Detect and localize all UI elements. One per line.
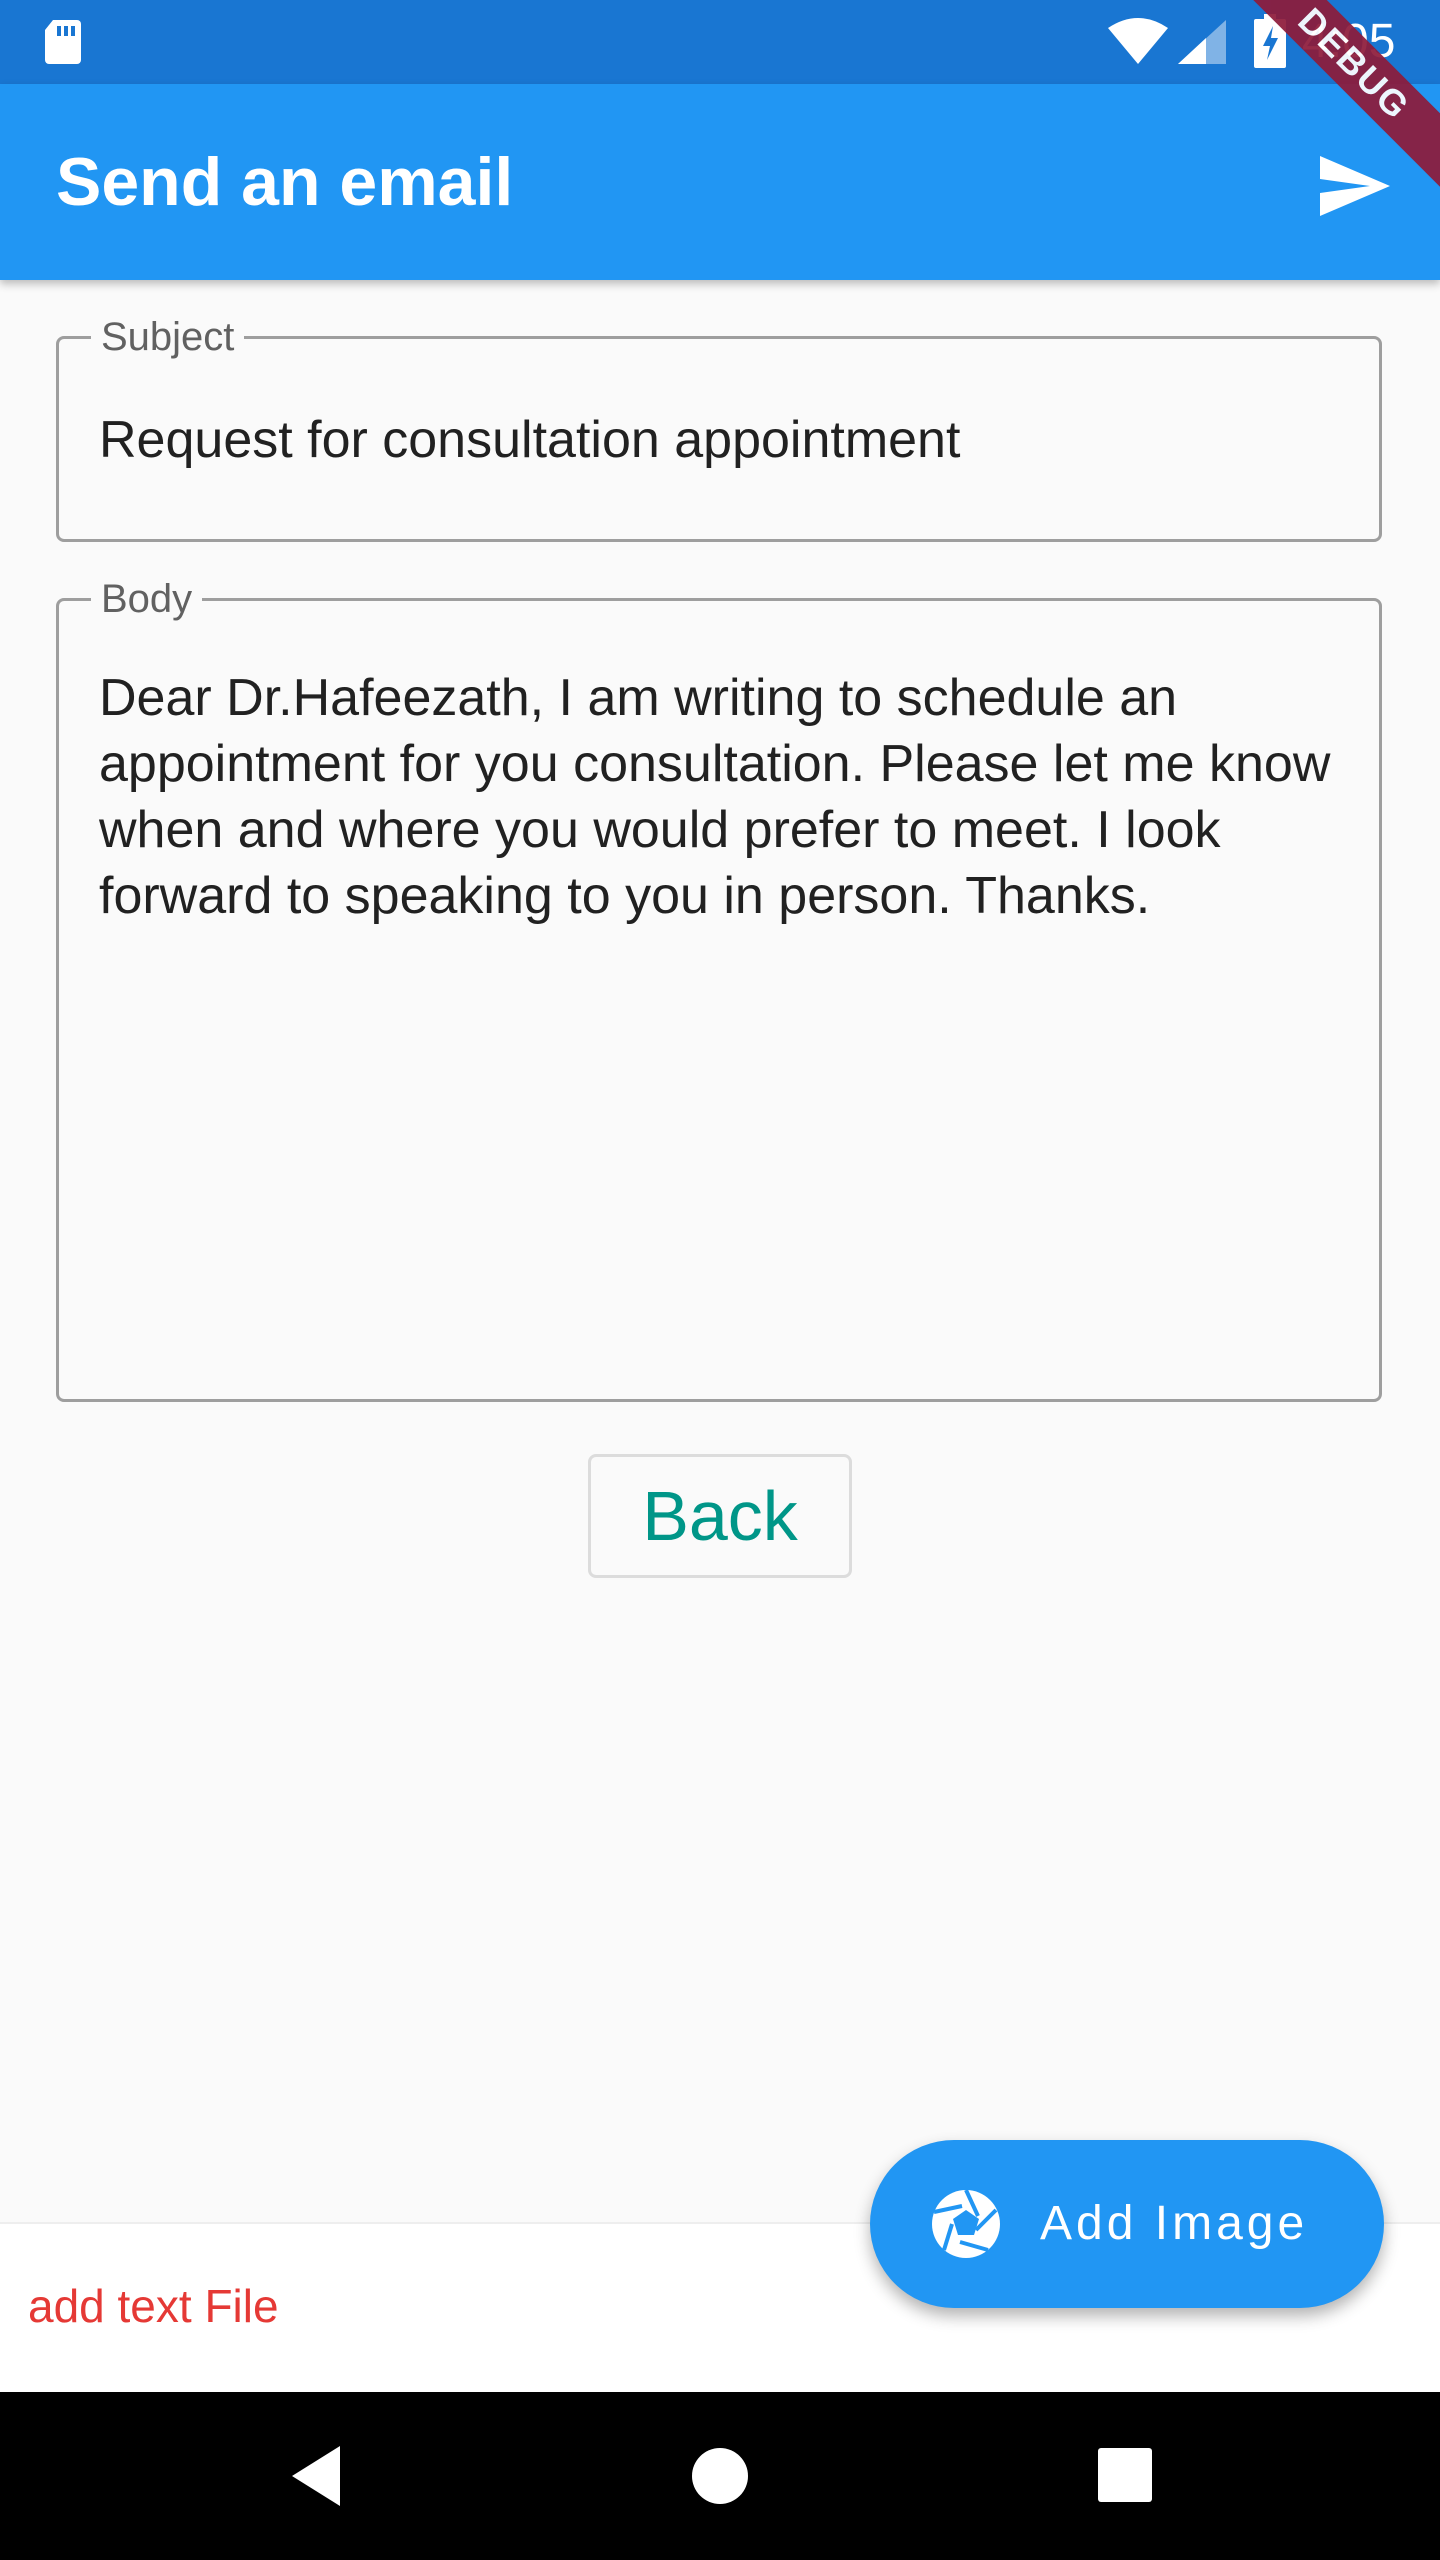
status-bar: 4:05 xyxy=(0,0,1440,84)
sd-card-icon xyxy=(45,20,81,64)
page-title: Send an email xyxy=(56,144,514,220)
send-icon xyxy=(1320,156,1390,216)
navigation-bar xyxy=(0,2392,1440,2560)
subject-field[interactable]: Subject Request for consultation appoint… xyxy=(56,313,1382,542)
app-bar: Send an email xyxy=(0,84,1440,280)
add-image-label: Add Image xyxy=(1040,2197,1309,2250)
back-button[interactable]: Back xyxy=(588,1454,852,1578)
body-textarea[interactable]: Dear Dr.Hafeezath, I am writing to sched… xyxy=(99,665,1339,929)
cell-signal-icon xyxy=(1178,20,1226,64)
add-image-button[interactable]: Add Image xyxy=(870,2140,1384,2308)
body-field[interactable]: Body Dear Dr.Hafeezath, I am writing to … xyxy=(56,575,1382,1402)
subject-input[interactable]: Request for consultation appointment xyxy=(99,407,1339,473)
wifi-icon xyxy=(1108,18,1168,64)
nav-home-icon[interactable] xyxy=(692,2448,748,2504)
nav-recents-icon[interactable] xyxy=(1098,2448,1152,2502)
body-label: Body xyxy=(91,575,203,623)
camera-shutter-icon xyxy=(932,2189,1000,2258)
subject-label: Subject xyxy=(91,313,245,361)
send-button[interactable] xyxy=(1300,136,1400,236)
nav-back-icon[interactable] xyxy=(288,2444,344,2508)
add-text-file-link[interactable]: add text File xyxy=(28,2276,279,2336)
